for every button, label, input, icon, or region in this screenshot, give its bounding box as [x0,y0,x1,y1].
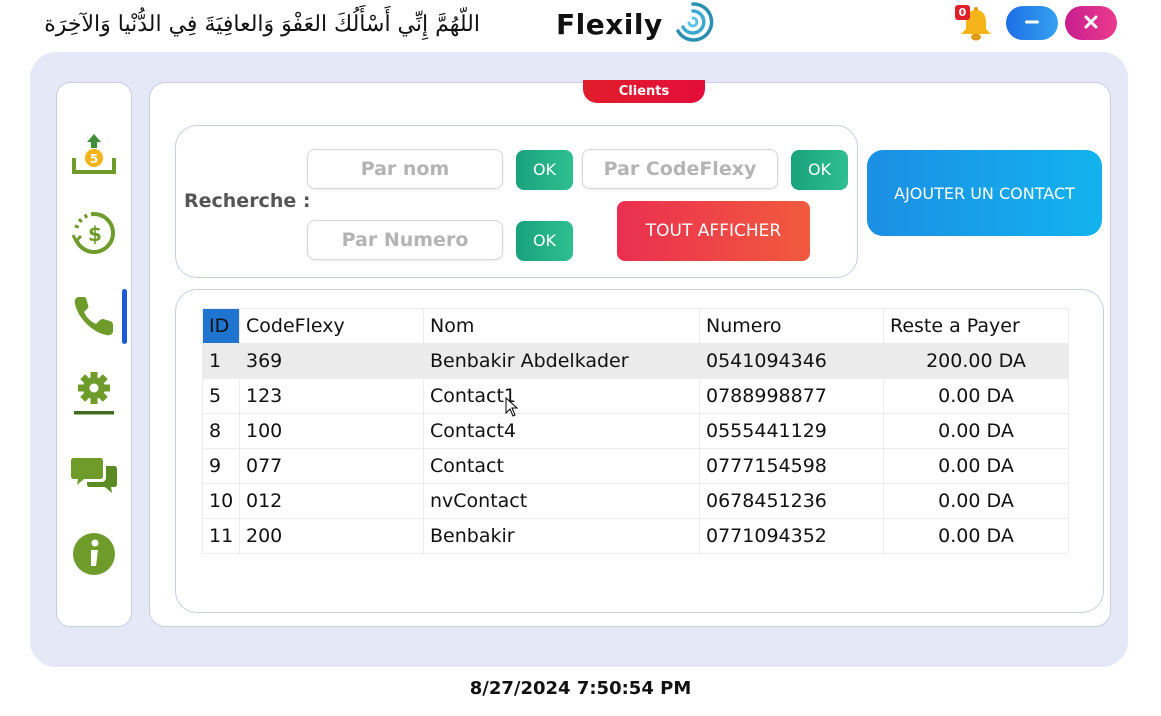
cell-codeflexy: 100 [239,413,424,449]
sidebar: 5 $ [56,82,132,627]
column-header-id[interactable]: ID [202,308,240,344]
app-name: Flexily [556,7,663,41]
svg-text:$: $ [88,222,102,246]
cell-reste-a-payer: 0.00 DA [883,378,1069,414]
dollar-refresh-icon: $ [70,209,118,261]
cell-nom: nvContact [423,483,700,519]
cell-nom: Benbakir Abdelkader [423,343,700,379]
cell-codeflexy: 077 [239,448,424,484]
sidebar-item-clients[interactable] [67,291,121,345]
search-by-code-input[interactable] [582,149,778,189]
cell-reste-a-payer: 200.00 DA [883,343,1069,379]
add-contact-button[interactable]: AJOUTER UN CONTACT [867,150,1102,236]
cell-numero: 0788998877 [699,378,884,414]
clients-table: ID CodeFlexy Nom Numero Reste a Payer 1 … [202,308,1069,554]
search-by-name-ok-button[interactable]: OK [516,150,573,190]
chat-icon [70,452,118,504]
page-title: Clients [583,80,705,103]
table-row[interactable]: 10 012 nvContact 0678451236 0.00 DA [202,483,1069,519]
gear-icon [70,368,118,420]
money-upload-icon: 5 [70,132,118,184]
table-row[interactable]: 11 200 Benbakir 0771094352 0.00 DA [202,518,1069,554]
cell-reste-a-payer: 0.00 DA [883,448,1069,484]
table-header-row: ID CodeFlexy Nom Numero Reste a Payer [202,308,1069,344]
cell-codeflexy: 012 [239,483,424,519]
cell-id: 1 [202,343,240,379]
search-label: Recherche : [184,190,311,212]
cell-nom: Contact4 [423,413,700,449]
close-icon [1083,14,1099,33]
cell-id: 8 [202,413,240,449]
column-header-nom[interactable]: Nom [423,308,700,344]
sidebar-item-deposit[interactable]: 5 [67,131,121,185]
app-brand: Flexily [556,2,715,44]
active-sidebar-indicator [122,289,127,344]
search-by-number-ok-button[interactable]: OK [516,221,573,261]
cell-codeflexy: 200 [239,518,424,554]
cell-id: 11 [202,518,240,554]
search-by-number-input[interactable] [307,220,503,260]
cell-nom: Benbakir [423,518,700,554]
cell-numero: 0771094352 [699,518,884,554]
sidebar-item-messages[interactable] [67,451,121,505]
cell-id: 9 [202,448,240,484]
cell-reste-a-payer: 0.00 DA [883,413,1069,449]
phone-icon [71,293,117,343]
search-by-code-ok-button[interactable]: OK [791,150,848,190]
show-all-button[interactable]: TOUT AFFICHER [617,201,810,261]
cell-id: 10 [202,483,240,519]
sidebar-item-settings[interactable] [67,367,121,421]
column-header-codeflexy[interactable]: CodeFlexy [239,308,424,344]
svg-text:5: 5 [90,152,98,166]
prayer-header-text: اللّهُمَّ إِنِّي أَسْأَلُكَ العَفْوَ وَا… [44,12,480,37]
cell-id: 5 [202,378,240,414]
notification-badge: 0 [955,5,970,20]
cell-codeflexy: 369 [239,343,424,379]
close-button[interactable] [1065,6,1117,40]
info-icon [71,531,117,581]
search-by-name-input[interactable] [307,149,503,189]
cell-reste-a-payer: 0.00 DA [883,483,1069,519]
table-row[interactable]: 9 077 Contact 0777154598 0.00 DA [202,448,1069,484]
column-header-numero[interactable]: Numero [699,308,884,344]
status-datetime: 8/27/2024 7:50:54 PM [469,678,692,699]
minimize-icon [1024,14,1040,33]
cell-numero: 0541094346 [699,343,884,379]
table-row[interactable]: 8 100 Contact4 0555441129 0.00 DA [202,413,1069,449]
swirl-logo-icon [671,0,715,48]
table-row[interactable]: 5 123 Contact1 0788998877 0.00 DA [202,378,1069,414]
sidebar-item-about[interactable] [67,529,121,583]
cell-numero: 0555441129 [699,413,884,449]
cell-nom: Contact1 [423,378,700,414]
cell-codeflexy: 123 [239,378,424,414]
sidebar-item-payments[interactable]: $ [67,208,121,262]
cell-numero: 0678451236 [699,483,884,519]
column-header-reste-a-payer[interactable]: Reste a Payer [883,308,1069,344]
mouse-cursor-icon [505,396,519,421]
table-row[interactable]: 1 369 Benbakir Abdelkader 0541094346 200… [202,343,1069,379]
cell-reste-a-payer: 0.00 DA [883,518,1069,554]
minimize-button[interactable] [1006,6,1058,40]
cell-nom: Contact [423,448,700,484]
cell-numero: 0777154598 [699,448,884,484]
